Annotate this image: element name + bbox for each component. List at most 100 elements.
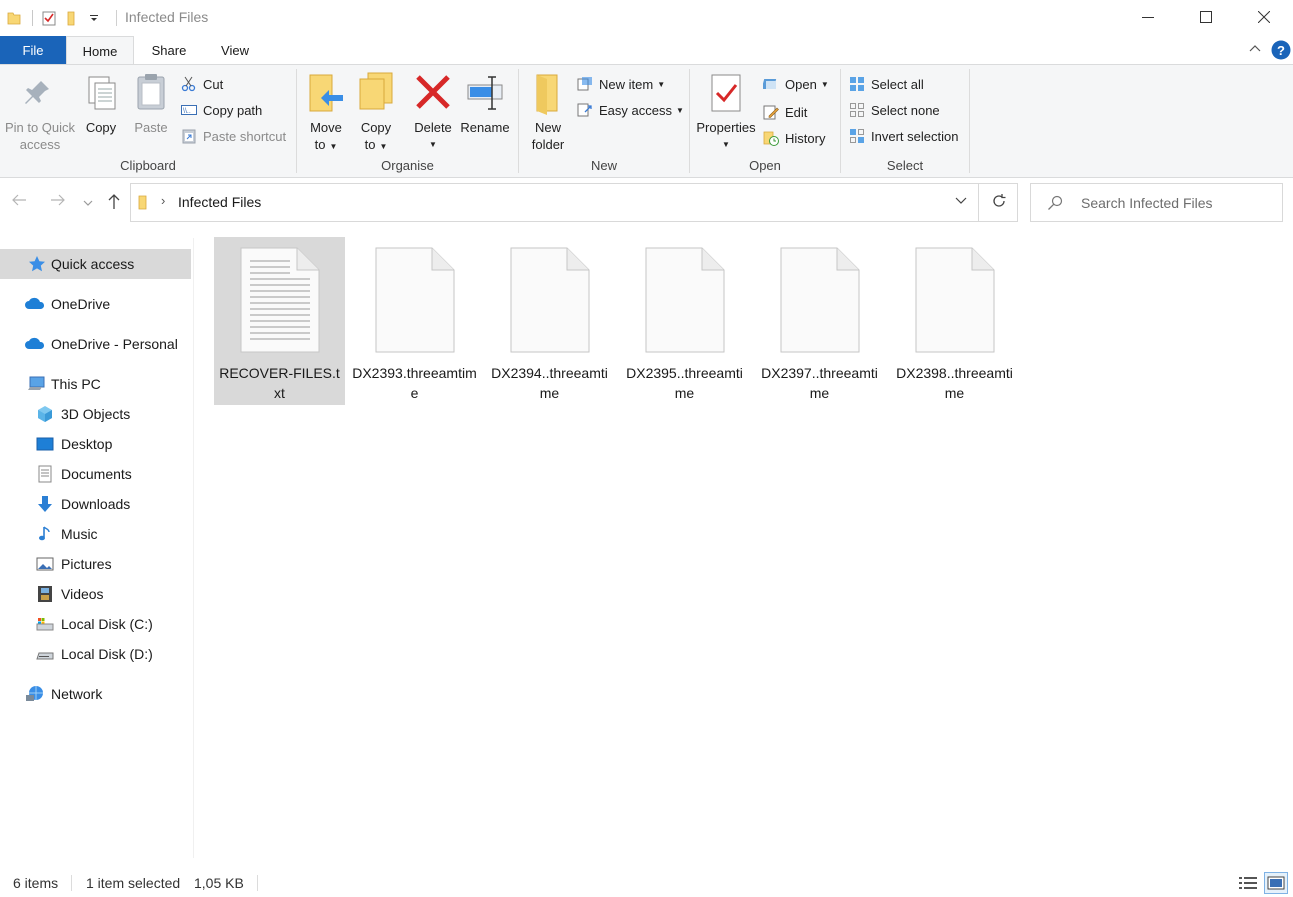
clipboard-group: Pin to Quick access Copy Paste Cut \\.. (0, 65, 296, 177)
new-folder-button[interactable]: New folder (527, 71, 569, 153)
nav-item-documents[interactable]: Documents (0, 459, 191, 489)
minimize-button[interactable] (1119, 0, 1177, 34)
title-bar: Infected Files (0, 0, 1293, 36)
nav-item-label: Downloads (61, 496, 131, 512)
copy-button[interactable]: Copy (80, 71, 122, 136)
selection-count: 1 item selected (86, 875, 181, 891)
forward-button[interactable] (50, 192, 66, 213)
computer-icon (27, 375, 45, 393)
easy-access-icon (577, 102, 593, 118)
refresh-button[interactable] (991, 193, 1007, 214)
nav-item-quick-access[interactable]: Quick access (0, 249, 191, 279)
nav-item-onedrive-personal[interactable]: OneDrive - Personal (0, 329, 191, 359)
customize-toolbar-icon[interactable] (89, 10, 99, 26)
address-history-dropdown[interactable] (955, 194, 967, 209)
properties-label: Properties (696, 120, 756, 135)
open-group: Properties ▼ Open ▼ Edit History Open (690, 65, 840, 177)
tab-home[interactable]: Home (66, 36, 134, 65)
delete-icon (414, 71, 452, 115)
history-button[interactable]: History (763, 127, 825, 149)
blank-file-icon (915, 247, 995, 353)
tab-view[interactable]: View (204, 36, 266, 65)
select-all-button[interactable]: Select all (849, 73, 924, 95)
properties-icon[interactable] (41, 10, 57, 26)
pin-icon (21, 71, 59, 115)
move-to-button[interactable]: Move to ▼ (305, 71, 347, 155)
breadcrumb-chevron-icon[interactable]: › (161, 193, 165, 208)
breadcrumb-current-folder[interactable]: Infected Files (178, 194, 261, 210)
large-icons-view-button[interactable] (1264, 872, 1288, 894)
nav-item-local-disk-d[interactable]: Local Disk (D:) (0, 639, 191, 669)
copy-to-label-line1: Copy (360, 120, 392, 135)
file-list: RECOVER-FILES.txt DX2393.threeamtime DX2… (195, 228, 1293, 858)
arrow-right-icon (51, 194, 65, 206)
copy-path-button[interactable]: \\.. Copy path (181, 99, 262, 121)
window-title: Infected Files (125, 9, 209, 25)
open-button[interactable]: Open ▼ (761, 73, 829, 95)
close-button[interactable] (1235, 0, 1293, 34)
search-box[interactable]: Search Infected Files (1030, 183, 1283, 222)
blank-file-icon (645, 247, 725, 353)
file-item[interactable]: DX2393.threeamtime (349, 237, 480, 405)
file-item[interactable]: RECOVER-FILES.txt (214, 237, 345, 405)
nav-item-this-pc[interactable]: This PC (0, 369, 191, 399)
paste-shortcut-button[interactable]: Paste shortcut (181, 125, 286, 147)
nav-item-3d-objects[interactable]: 3D Objects (0, 399, 191, 429)
nav-item-music[interactable]: Music (0, 519, 191, 549)
chevron-down-icon (83, 200, 93, 206)
nav-item-onedrive[interactable]: OneDrive (0, 289, 191, 319)
copy-to-button[interactable]: Copy to ▼ (355, 71, 397, 155)
file-item[interactable]: DX2395..threeamtime (619, 237, 750, 405)
delete-button[interactable]: Delete ▼ (410, 71, 456, 153)
nav-item-label: OneDrive - Personal (51, 336, 178, 352)
nav-item-local-disk-c[interactable]: Local Disk (C:) (0, 609, 191, 639)
collapse-ribbon-button[interactable] (1248, 42, 1262, 59)
cut-button[interactable]: Cut (181, 73, 223, 95)
text-file-icon (240, 247, 320, 353)
help-button[interactable]: ? (1271, 40, 1291, 63)
file-item[interactable]: DX2397..threeamtime (754, 237, 885, 405)
invert-selection-button[interactable]: Invert selection (849, 125, 958, 147)
properties-button[interactable]: Properties ▼ (694, 71, 758, 153)
nav-item-label: Music (61, 526, 98, 542)
rename-button[interactable]: Rename (459, 71, 511, 136)
nav-item-downloads[interactable]: Downloads (0, 489, 191, 519)
search-input[interactable]: Search Infected Files (1081, 195, 1213, 211)
network-icon (25, 685, 43, 703)
nav-item-videos[interactable]: Videos (0, 579, 191, 609)
copy-path-icon: \\.. (181, 102, 197, 118)
recent-locations-button[interactable] (83, 195, 93, 213)
nav-item-label: Quick access (51, 256, 135, 272)
blank-file-icon (510, 247, 590, 353)
tab-share[interactable]: Share (134, 36, 204, 65)
nav-item-label: 3D Objects (61, 406, 131, 422)
maximize-button[interactable] (1177, 0, 1235, 34)
file-item[interactable]: DX2398..threeamtime (889, 237, 1020, 405)
new-folder-icon[interactable] (65, 10, 81, 26)
organise-group: Move to ▼ Copy to ▼ Delete ▼ Rename Organi… (297, 65, 518, 177)
pin-to-quick-access-button[interactable]: Pin to Quick access (4, 71, 76, 153)
nav-item-pictures[interactable]: Pictures (0, 549, 191, 579)
invert-selection-icon (849, 128, 865, 144)
details-view-button[interactable] (1236, 872, 1260, 894)
svg-text:?: ? (1277, 43, 1285, 58)
back-button[interactable] (11, 192, 27, 213)
paste-shortcut-icon (181, 128, 197, 144)
select-none-button[interactable]: Select none (849, 99, 940, 121)
address-bar[interactable]: › Infected Files (130, 183, 1018, 222)
copy-path-label: Copy path (203, 102, 263, 118)
nav-item-network[interactable]: Network (0, 679, 191, 709)
edit-button[interactable]: Edit (763, 101, 807, 123)
navigation-pane: Quick access OneDrive OneDrive - Persona… (0, 238, 194, 858)
up-button[interactable] (106, 192, 122, 215)
file-item[interactable]: DX2394..threeamtime (484, 237, 615, 405)
tab-file[interactable]: File (0, 36, 66, 65)
new-item-button[interactable]: New item ▼ (577, 73, 665, 95)
invert-selection-label: Invert selection (871, 128, 959, 144)
move-to-icon (307, 71, 345, 115)
easy-access-button[interactable]: Easy access ▼ (577, 99, 684, 121)
paste-button[interactable]: Paste (130, 71, 172, 136)
film-icon (36, 585, 54, 603)
nav-item-label: Documents (61, 466, 132, 482)
nav-item-desktop[interactable]: Desktop (0, 429, 191, 459)
